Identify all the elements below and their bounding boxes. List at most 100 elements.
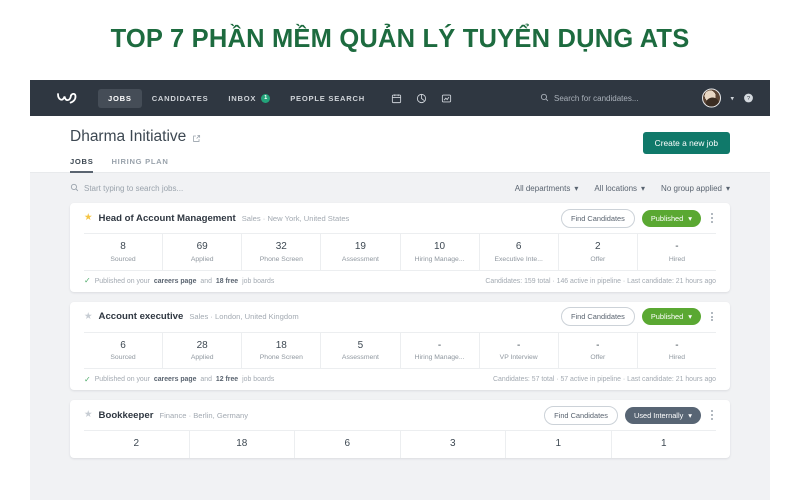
stat-cell[interactable]: - Offer [559, 332, 638, 368]
stat-cell[interactable]: 3 [401, 431, 506, 458]
chevron-down-icon: ▾ [725, 183, 730, 193]
careers-page-link[interactable]: careers page [154, 376, 197, 383]
stat-cell[interactable]: 1 [612, 431, 717, 458]
nav-item-jobs[interactable]: JOBS [98, 88, 142, 108]
stat-value: - [596, 339, 600, 351]
stat-label: VP Interview [499, 354, 538, 361]
stat-cell[interactable]: - VP Interview [480, 332, 559, 368]
tab-jobs[interactable]: JOBS [70, 157, 94, 173]
star-icon[interactable]: ★ [84, 312, 93, 322]
external-link-icon[interactable] [192, 131, 201, 143]
job-card-actions: Find Candidates Published ▾ [560, 307, 716, 326]
stat-label: Sourced [110, 255, 136, 263]
org-row: Dharma Initiative [70, 128, 730, 146]
stat-cell[interactable]: - Hiring Manage... [401, 332, 480, 368]
stat-cell[interactable]: 5 Assessment [321, 332, 401, 368]
app-window: JOBS CANDIDATES INBOX 1 PEOPLE SEARCH Se… [30, 80, 770, 500]
stat-cell[interactable]: 2 Offer [559, 234, 638, 270]
nav-icon-group [391, 93, 452, 104]
stat-value: 5 [357, 339, 364, 351]
star-icon[interactable]: ★ [84, 213, 93, 223]
job-card[interactable]: ★ Account executive Sales · London, Unit… [70, 301, 730, 390]
job-card-footer: ✓ Published on your careers page and 18 … [84, 269, 716, 292]
calendar-icon[interactable] [391, 93, 402, 104]
reports-icon[interactable] [441, 93, 452, 104]
pipeline-stats: 6 Sourced 28 Applied 18 Phone Screen 5 A… [84, 331, 716, 369]
workable-logo-icon[interactable] [52, 87, 82, 109]
job-title[interactable]: Head of Account Management [99, 213, 236, 224]
stat-cell[interactable]: 69 Applied [163, 234, 243, 270]
more-options-icon[interactable] [708, 212, 716, 224]
candidates-summary: Candidates: 159 total · 146 active in pi… [485, 277, 716, 285]
filter-group[interactable]: No group applied ▾ [661, 184, 730, 193]
stat-cell[interactable]: 1 [506, 431, 612, 458]
create-new-job-button[interactable]: Create a new job [642, 132, 730, 154]
org-subheader: Dharma Initiative JOBS HIRING PLAN Creat… [30, 116, 770, 173]
search-input-placeholder: Search for candidates... [554, 93, 639, 103]
help-icon[interactable]: ? [743, 93, 754, 104]
nav-item-inbox[interactable]: INBOX 1 [218, 89, 280, 108]
job-card-actions: Find Candidates Used Internally ▾ [544, 405, 716, 425]
tab-hiring-plan[interactable]: HIRING PLAN [111, 157, 168, 172]
job-card-header: ★ Account executive Sales · London, Unit… [84, 302, 716, 332]
find-candidates-button[interactable]: Find Candidates [560, 307, 635, 326]
stat-cell[interactable]: 6 Executive Inte... [480, 234, 559, 270]
stat-cell[interactable]: - Hired [638, 333, 716, 369]
filter-departments[interactable]: All departments ▾ [515, 184, 579, 193]
more-options-icon[interactable] [708, 409, 716, 421]
stat-label: Hiring Manage... [414, 354, 465, 361]
pipeline-stats: 2 18 6 3 1 1 [84, 430, 716, 458]
status-badge[interactable]: Published ▾ [641, 209, 701, 227]
job-title[interactable]: Account executive [99, 311, 184, 322]
nav-item-people-search[interactable]: PEOPLE SEARCH [280, 89, 375, 108]
stat-cell[interactable]: 6 [295, 431, 401, 458]
chevron-down-icon[interactable]: ▾ [730, 94, 734, 102]
job-card-footer: ✓ Published on your careers page and 12 … [84, 368, 716, 390]
chevron-down-icon: ▾ [688, 410, 692, 420]
stat-value: 6 [515, 241, 522, 252]
job-boards-count: 18 free [215, 277, 239, 285]
search-icon [540, 89, 549, 107]
job-title[interactable]: Bookkeeper [99, 410, 154, 421]
careers-page-link[interactable]: careers page [154, 278, 197, 285]
find-candidates-button[interactable]: Find Candidates [544, 405, 618, 425]
job-card[interactable]: ★ Bookkeeper Finance · Berlin, Germany F… [70, 400, 730, 458]
job-search-input[interactable]: Start typing to search jobs... [70, 179, 183, 197]
stat-cell[interactable]: 2 [84, 431, 190, 458]
stat-cell[interactable]: 32 Phone Screen [242, 234, 322, 270]
stat-cell[interactable]: 19 Assessment [321, 234, 401, 270]
stat-value: - [675, 339, 679, 351]
stat-cell[interactable]: 18 [190, 431, 295, 458]
stat-value: 3 [449, 438, 456, 449]
job-meta: Sales · London, United Kingdom [189, 312, 299, 321]
pipeline-stats: 8 Sourced 69 Applied 32 Phone Screen 19 … [84, 233, 716, 270]
stat-cell[interactable]: 6 Sourced [84, 332, 164, 368]
stat-cell[interactable]: 28 Applied [163, 332, 243, 368]
star-icon[interactable]: ★ [84, 410, 93, 420]
find-candidates-button[interactable]: Find Candidates [560, 208, 635, 228]
stat-cell[interactable]: 10 Hiring Manage... [401, 234, 480, 270]
job-card[interactable]: ★ Head of Account Management Sales · New… [70, 203, 730, 292]
avatar[interactable] [702, 88, 722, 108]
status-badge[interactable]: Published ▾ [641, 308, 701, 325]
stat-cell[interactable]: - Hired [638, 234, 716, 270]
filter-locations[interactable]: All locations ▾ [594, 184, 645, 193]
stat-cell[interactable]: 8 Sourced [84, 234, 164, 270]
footer-prefix: Published on your [94, 277, 150, 285]
status-badge[interactable]: Used Internally ▾ [624, 406, 701, 424]
nav-item-candidates[interactable]: CANDIDATES [142, 89, 219, 108]
footer-mid: and [200, 277, 212, 285]
more-options-icon[interactable] [708, 310, 716, 322]
analytics-icon[interactable] [416, 93, 427, 104]
stat-label: Assessment [341, 255, 379, 263]
stat-label: Assessment [341, 354, 379, 361]
stat-label: Offer [590, 354, 606, 361]
stat-label: Applied [190, 354, 214, 361]
stat-cell[interactable]: 18 Phone Screen [242, 332, 322, 368]
candidate-search[interactable]: Search for candidates... [540, 89, 639, 107]
nav-item-label: CANDIDATES [151, 93, 209, 103]
job-card-header: ★ Bookkeeper Finance · Berlin, Germany F… [84, 400, 716, 430]
footer-suffix: job boards [242, 376, 275, 383]
job-boards-count: 12 free [215, 376, 239, 383]
stat-value: 18 [275, 339, 287, 351]
